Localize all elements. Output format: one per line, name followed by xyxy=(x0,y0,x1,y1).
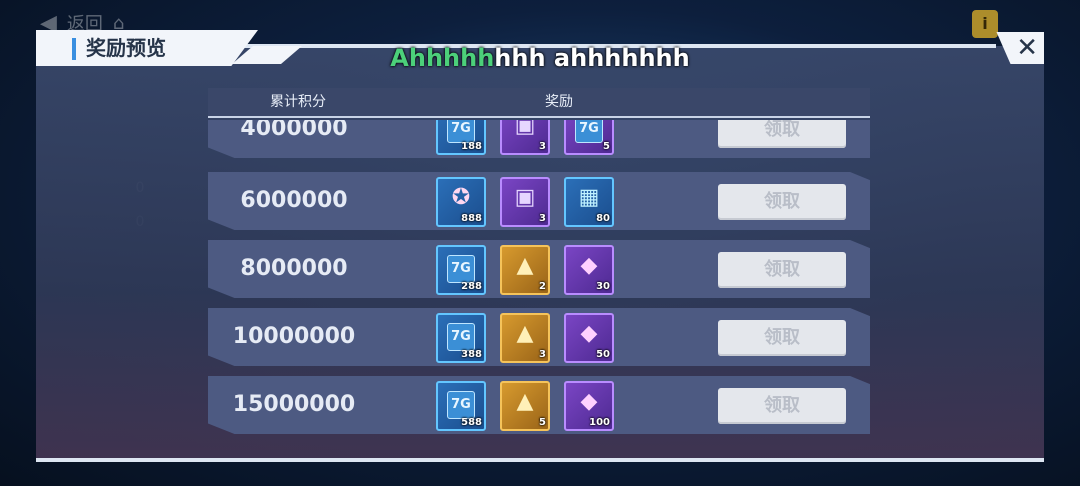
row-score: 4000000 xyxy=(240,120,348,141)
item-quantity: 5 xyxy=(539,417,546,428)
purple-shard-icon[interactable]: ◆ 30 xyxy=(564,245,614,295)
gold-crystal-icon[interactable]: ▲ 3 xyxy=(500,313,550,363)
item-quantity: 30 xyxy=(596,281,610,292)
header-reward: 奖励 xyxy=(545,94,573,110)
gold-crystal-icon[interactable]: ▲ 5 xyxy=(500,381,550,431)
item-quantity: 80 xyxy=(596,213,610,224)
claim-button[interactable]: 领取 xyxy=(718,388,846,424)
gold-crystal-icon[interactable]: ▲ 2 xyxy=(500,245,550,295)
7g-chip-icon[interactable]: 7G 188 xyxy=(436,120,486,155)
row-score: 6000000 xyxy=(240,188,348,213)
reward-row: 10000000 7G 388 ▲ 3 ◆ 50 领取 xyxy=(208,308,870,366)
cube-box-icon[interactable]: ▣ 3 xyxy=(500,120,550,155)
item-quantity: 888 xyxy=(461,213,482,224)
7g-chip-icon[interactable]: 7G 388 xyxy=(436,313,486,363)
reward-list[interactable]: 4000000 7G 188 ▣ 3 7G 5 领取 6000000 ✪ 888 ▣ 3 … xyxy=(208,120,870,438)
purple-shard-icon[interactable]: ◆ 100 xyxy=(564,381,614,431)
reward-row: 15000000 7G 588 ▲ 5 ◆ 100 领取 xyxy=(208,376,870,434)
reward-row: 8000000 7G 288 ▲ 2 ◆ 30 领取 xyxy=(208,240,870,298)
row-score: 15000000 xyxy=(232,392,356,417)
item-quantity: 100 xyxy=(589,417,610,428)
claim-button[interactable]: 领取 xyxy=(718,252,846,288)
overlay-caption: Ahhhhhhhh ahhhhhhh xyxy=(0,44,1080,72)
header-score: 累计积分 xyxy=(270,94,326,110)
item-quantity: 388 xyxy=(461,349,482,360)
item-quantity: 5 xyxy=(603,141,610,152)
circuit-chip-icon[interactable]: ▦ 80 xyxy=(564,177,614,227)
item-quantity: 588 xyxy=(461,417,482,428)
table-header: 累计积分 奖励 xyxy=(208,88,870,118)
item-quantity: 3 xyxy=(539,213,546,224)
7g-chip-icon[interactable]: 7G 288 xyxy=(436,245,486,295)
7g-chip-icon[interactable]: 7G 588 xyxy=(436,381,486,431)
row-score: 8000000 xyxy=(240,256,348,281)
caption-rest: hhh ahhhhhhh xyxy=(494,44,690,72)
info-icon: i xyxy=(972,10,998,38)
cube-box-icon[interactable]: ▣ 3 xyxy=(500,177,550,227)
item-quantity: 3 xyxy=(539,349,546,360)
item-quantity: 188 xyxy=(461,141,482,152)
reward-row: 6000000 ✪ 888 ▣ 3 ▦ 80 领取 xyxy=(208,172,870,230)
claim-button[interactable]: 领取 xyxy=(718,320,846,356)
reward-row: 4000000 7G 188 ▣ 3 7G 5 领取 xyxy=(208,120,870,158)
claim-button[interactable]: 领取 xyxy=(718,184,846,220)
item-quantity: 288 xyxy=(461,281,482,292)
item-quantity: 3 xyxy=(539,141,546,152)
purple-shard-icon[interactable]: ◆ 50 xyxy=(564,313,614,363)
caption-highlight: Ahhhhh xyxy=(390,44,495,72)
medal-badge-icon[interactable]: ✪ 888 xyxy=(436,177,486,227)
item-quantity: 50 xyxy=(596,349,610,360)
row-score: 10000000 xyxy=(232,324,356,349)
7g-card-icon[interactable]: 7G 5 xyxy=(564,120,614,155)
item-quantity: 2 xyxy=(539,281,546,292)
claim-button[interactable]: 领取 xyxy=(718,120,846,148)
